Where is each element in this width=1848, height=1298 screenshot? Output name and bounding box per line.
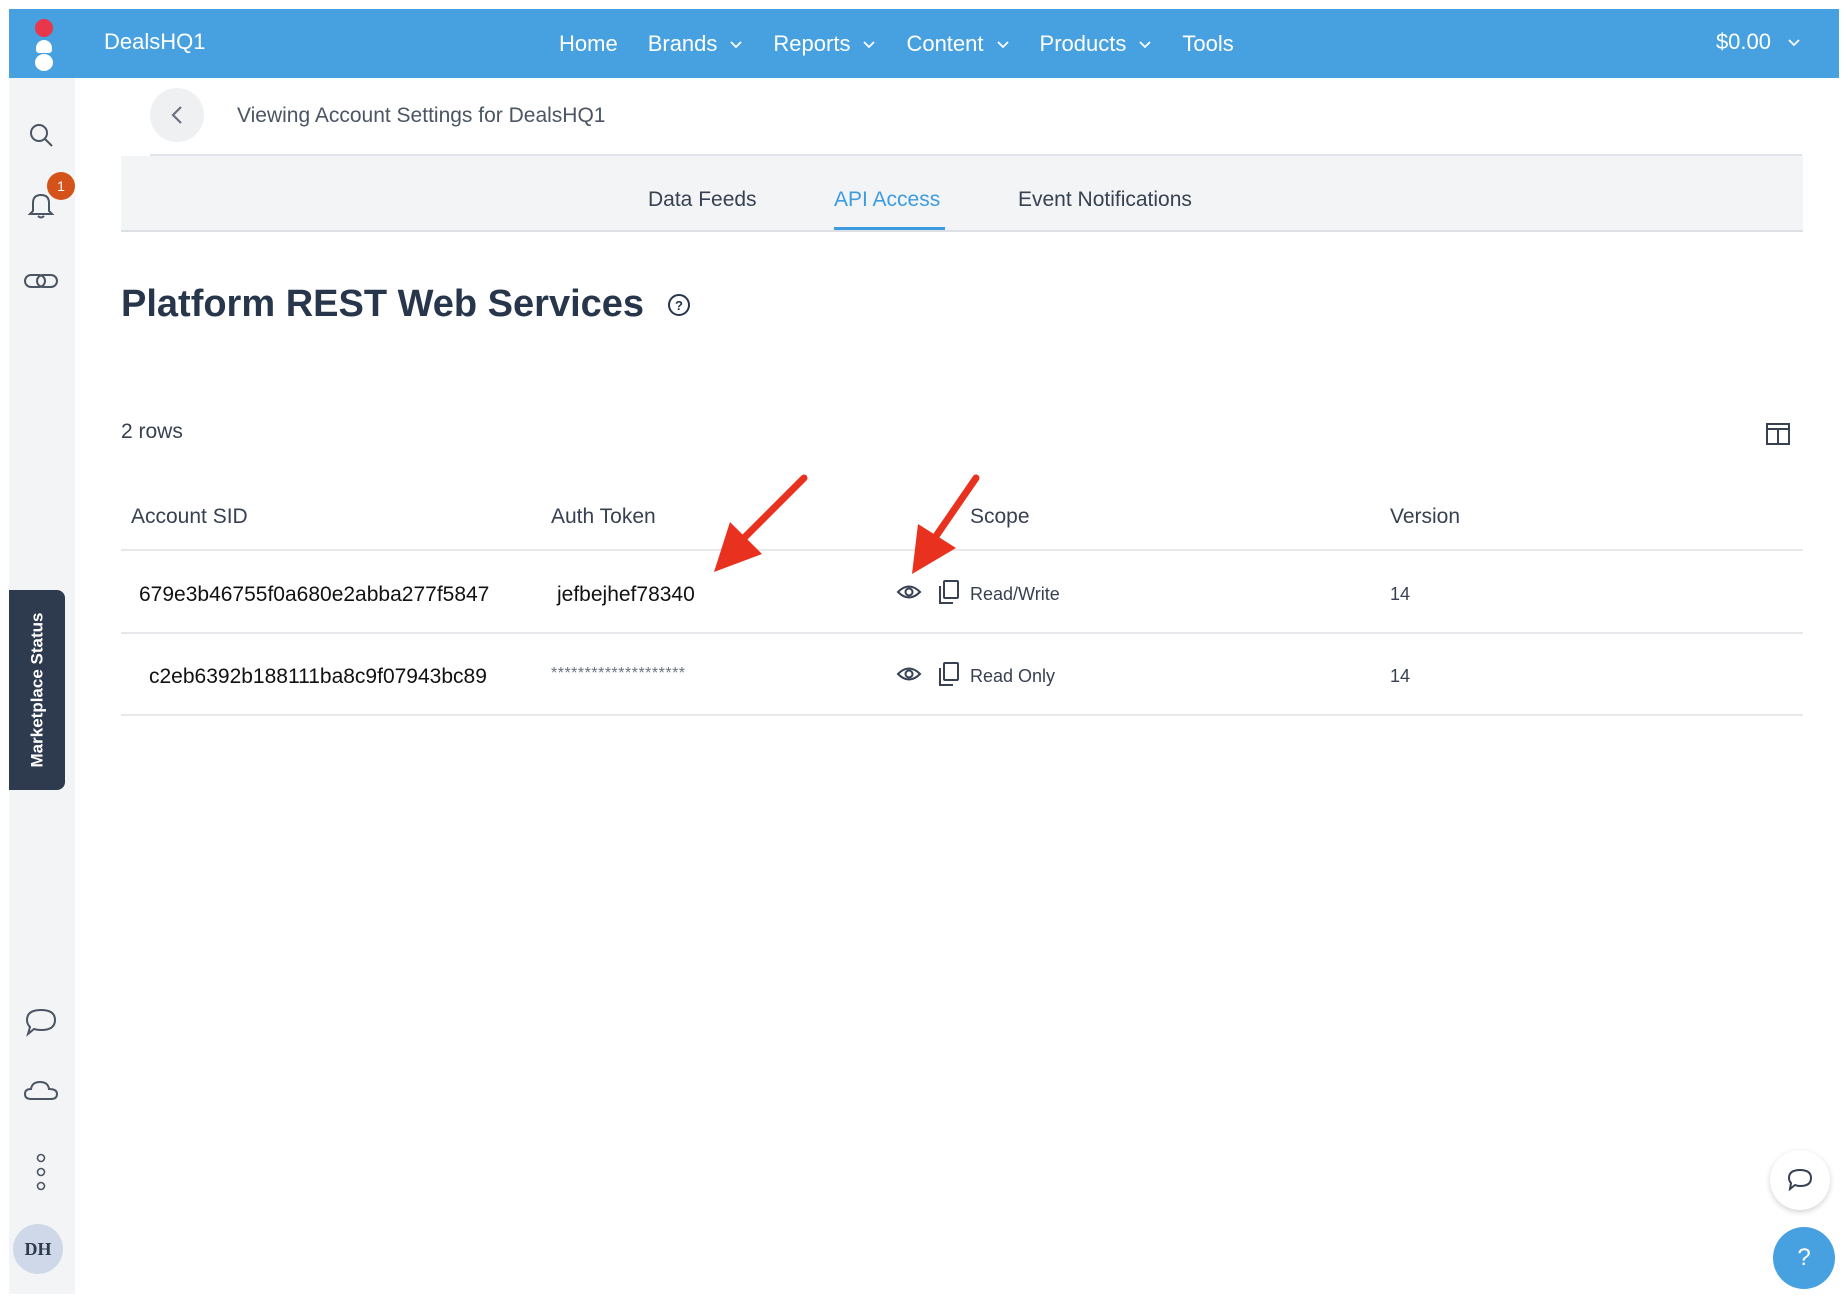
chat-icon <box>1787 1168 1813 1192</box>
active-tab-indicator <box>834 227 945 230</box>
version-cell: 14 <box>1390 666 1411 686</box>
chevron-down-icon <box>730 40 743 48</box>
back-button[interactable] <box>150 88 204 142</box>
nav-home[interactable]: Home <box>559 31 618 57</box>
chevron-down-icon <box>1788 39 1800 47</box>
header-divider <box>121 549 1803 551</box>
nav-content[interactable]: Content <box>906 31 1009 57</box>
balance-value: $0.00 <box>1715 29 1771 54</box>
chevron-left-icon <box>171 106 182 124</box>
scope-cell: Read Only <box>970 666 1056 686</box>
eye-icon[interactable] <box>895 660 923 688</box>
cloud-icon[interactable] <box>21 1070 61 1110</box>
account-sid-cell: c2eb6392b188111ba8c9f07943bc89 <box>149 665 487 688</box>
copy-icon[interactable] <box>935 660 963 688</box>
account-sid-cell: 679e3b46755f0a680e2abba277f5847 <box>139 583 490 606</box>
tab-data-feeds[interactable]: Data Feeds <box>648 188 757 212</box>
breadcrumb: Viewing Account Settings for DealsHQ1 <box>237 104 606 127</box>
columns-toggle-icon[interactable] <box>1765 421 1791 447</box>
page-title: Platform REST Web Services <box>121 283 645 325</box>
chat-icon[interactable] <box>21 1002 61 1042</box>
nav-products-label: Products <box>1039 30 1127 56</box>
col-header-auth-token[interactable]: Auth Token <box>551 505 656 529</box>
chevron-down-icon <box>1139 40 1151 48</box>
marketplace-status-tab[interactable]: Marketplace Status <box>9 590 65 790</box>
account-name[interactable]: DealsHQ1 <box>104 29 205 55</box>
chevron-down-icon <box>996 40 1009 48</box>
app-logo[interactable] <box>25 17 61 71</box>
nav-brands[interactable]: Brands <box>648 31 744 57</box>
top-navbar: DealsHQ1 Home Brands Reports Content Pro… <box>9 9 1839 78</box>
row-divider <box>121 632 1803 634</box>
nav-home-label: Home <box>559 30 618 56</box>
annotation-arrow-icon <box>714 474 808 572</box>
search-icon[interactable] <box>21 115 61 155</box>
chevron-down-icon <box>863 40 876 48</box>
main-nav: Home Brands Reports Content Products Too… <box>559 9 1264 78</box>
auth-token-cell: ******************** <box>551 665 686 682</box>
avatar[interactable]: DH <box>13 1224 63 1274</box>
nav-brands-label: Brands <box>647 30 718 56</box>
more-options-icon[interactable] <box>21 1152 61 1192</box>
col-header-version[interactable]: Version <box>1390 505 1460 529</box>
help-icon[interactable]: ? <box>668 294 690 316</box>
nav-products[interactable]: Products <box>1040 31 1153 57</box>
nav-reports-label: Reports <box>773 30 851 56</box>
nav-content-label: Content <box>906 30 984 56</box>
version-cell: 14 <box>1390 584 1411 604</box>
auth-token-cell: jefbejhef78340 <box>557 583 695 606</box>
scope-cell: Read/Write <box>970 584 1060 604</box>
tab-api-access[interactable]: API Access <box>834 188 940 212</box>
tab-event-notifications[interactable]: Event Notifications <box>1018 188 1192 212</box>
eye-icon[interactable] <box>895 578 923 606</box>
help-fab[interactable]: ? <box>1773 1227 1835 1289</box>
copy-icon[interactable] <box>935 578 963 606</box>
marketplace-status-label: Marketplace Status <box>27 612 47 768</box>
link-icon[interactable] <box>21 261 61 301</box>
rows-count: 2 rows <box>121 420 183 443</box>
col-header-account-sid[interactable]: Account SID <box>131 505 248 529</box>
balance-dropdown[interactable]: $0.00 <box>1716 29 1801 55</box>
col-header-scope[interactable]: Scope <box>970 505 1030 529</box>
nav-tools[interactable]: Tools <box>1182 31 1233 57</box>
nav-tools-label: Tools <box>1182 30 1234 56</box>
settings-tabs: Data Feeds API Access Event Notification… <box>121 156 1803 232</box>
notification-badge: 1 <box>47 172 75 200</box>
row-divider <box>121 714 1803 716</box>
chat-fab[interactable] <box>1770 1150 1830 1210</box>
nav-reports[interactable]: Reports <box>773 31 876 57</box>
